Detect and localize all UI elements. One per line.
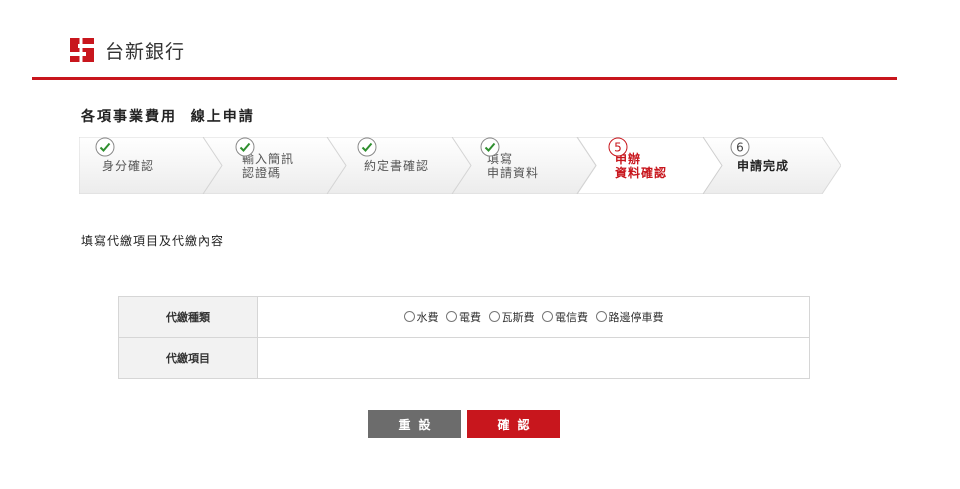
step-number-circle-icon: 5 <box>608 137 628 157</box>
payment-type-label: 代繳種類 <box>118 296 258 338</box>
svg-text:5: 5 <box>614 141 622 155</box>
step-3: 約定書確認 <box>357 137 429 194</box>
confirm-button[interactable]: 確認 <box>467 410 560 438</box>
radio-circle-icon[interactable] <box>542 311 553 323</box>
brand-name: 台新銀行 <box>105 40 186 63</box>
payment-item-row: 代繳項目 <box>118 337 810 379</box>
payment-type-options: 水費 電費 瓦斯費 電信費 路邊停車費 <box>257 296 810 338</box>
check-circle-icon <box>95 137 115 157</box>
radio-circle-icon[interactable] <box>446 311 457 323</box>
progress-steps: 身分確認 輸入簡訊認證碼 約定書確認 填寫申請資料 5 申辦資料確認 6 <box>79 137 841 194</box>
taishin-logo-icon <box>70 38 94 62</box>
payment-type-row: 代繳種類 水費 電費 瓦斯費 電信費 路邊停車費 <box>118 296 810 338</box>
radio-circle-icon[interactable] <box>595 311 607 323</box>
step-5-current: 5 申辦 資料確認 <box>608 137 667 194</box>
check-circle-icon <box>235 137 255 157</box>
radio-parking[interactable]: 路邊停車費 <box>595 309 664 325</box>
step-1: 身分確認 <box>95 137 154 194</box>
steps-background <box>79 137 841 194</box>
reset-button[interactable]: 重設 <box>368 410 461 438</box>
radio-gas[interactable]: 瓦斯費 <box>488 309 535 325</box>
radio-circle-icon[interactable] <box>403 311 415 323</box>
step-3-label: 約定書確認 <box>364 158 430 173</box>
svg-text:6: 6 <box>736 141 744 155</box>
radio-circle-icon[interactable] <box>488 311 500 323</box>
step-6-label: 申請完成 <box>737 158 790 173</box>
check-circle-icon <box>480 137 500 157</box>
payment-item-label: 代繳項目 <box>118 337 258 379</box>
brand-logo[interactable]: 台新銀行 <box>67 35 185 65</box>
page-title: 各項事業費用 線上申請 <box>81 109 255 125</box>
header-divider <box>32 77 897 80</box>
radio-telecom[interactable]: 電信費 <box>542 309 588 325</box>
check-circle-icon <box>357 137 377 157</box>
section-title: 填寫代繳項目及代繳內容 <box>81 234 225 248</box>
step-2: 輸入簡訊 認證碼 <box>235 137 294 194</box>
radio-electricity[interactable]: 電費 <box>446 309 481 325</box>
radio-water[interactable]: 水費 <box>403 309 439 325</box>
step-4: 填寫 申請資料 <box>480 137 539 194</box>
payment-item-value <box>257 337 810 379</box>
step-6: 6 申請完成 <box>730 137 789 194</box>
payment-form-table: 代繳種類 水費 電費 瓦斯費 電信費 路邊停車費 代繳項目 <box>118 296 810 379</box>
step-1-label: 身分確認 <box>102 158 155 173</box>
step-number-circle-icon: 6 <box>730 137 750 157</box>
